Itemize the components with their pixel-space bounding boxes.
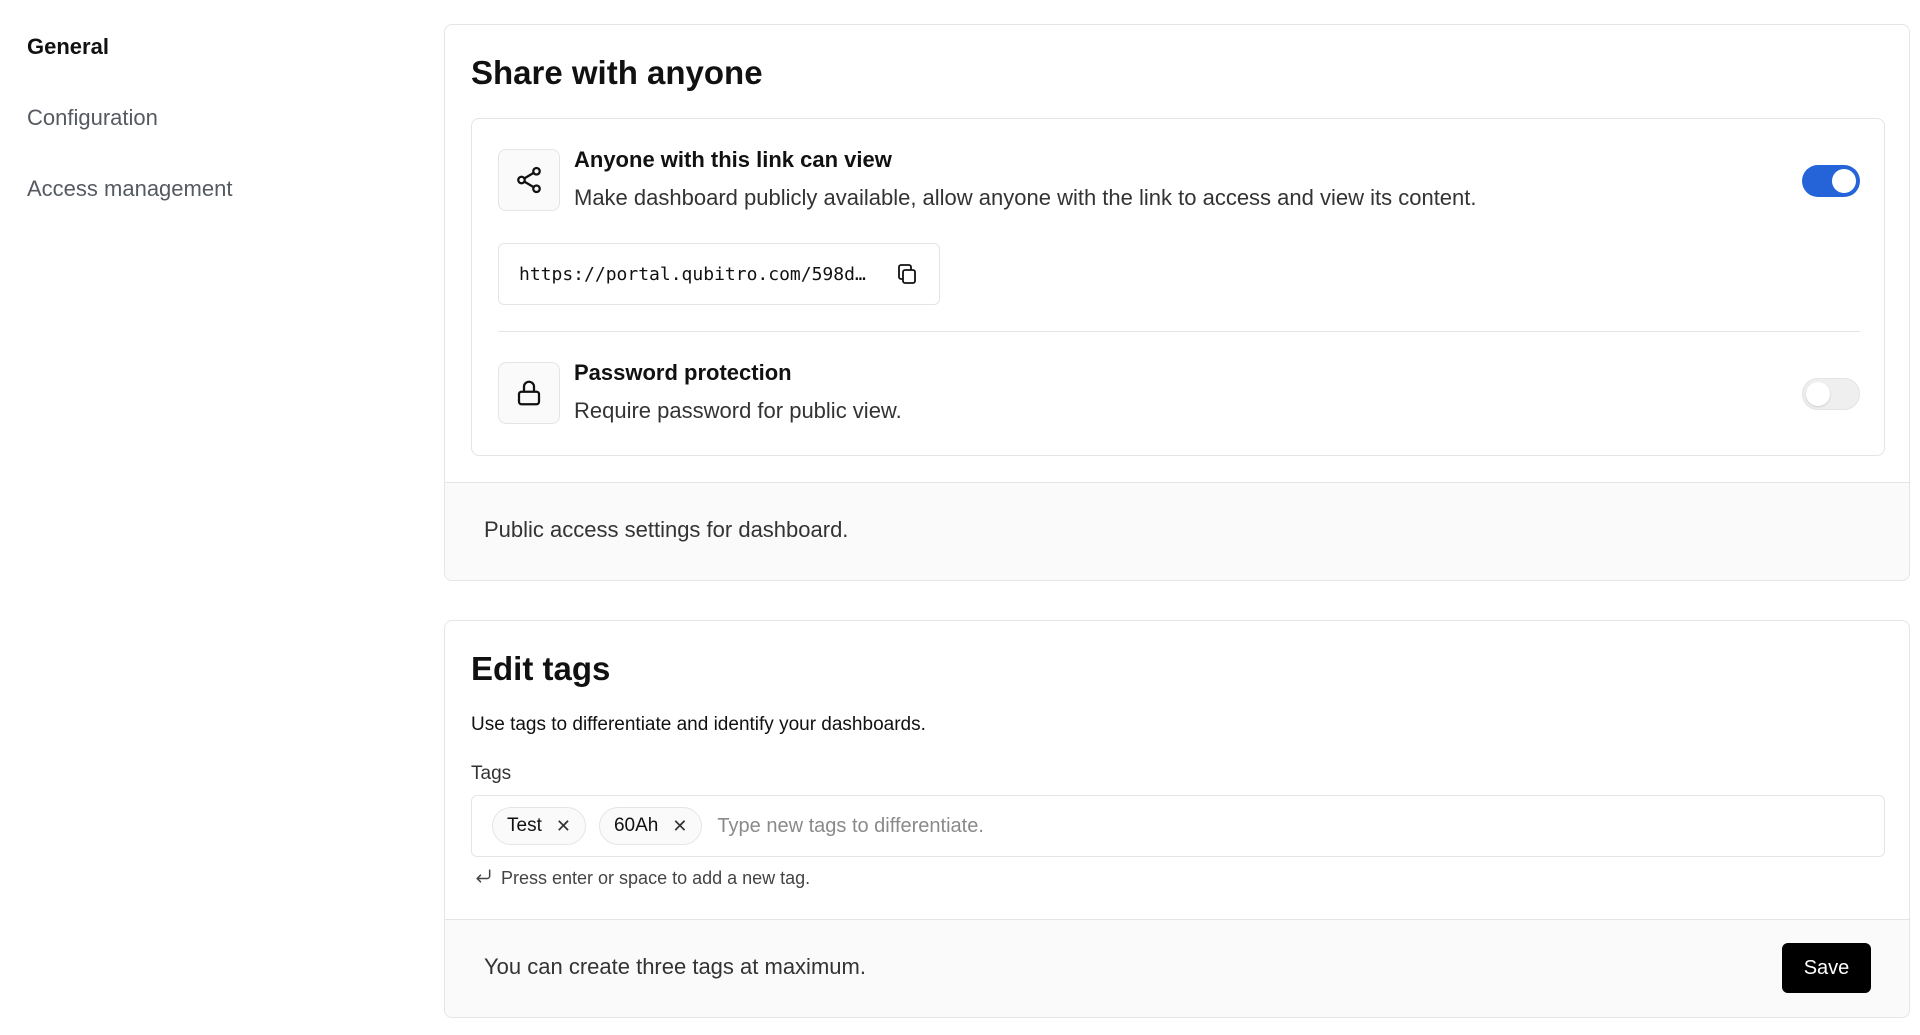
share-settings-box: Anyone with this link can view Make dash… <box>471 118 1885 456</box>
public-link-title: Anyone with this link can view <box>574 147 892 172</box>
tags-subtitle: Use tags to differentiate and identify y… <box>471 714 926 735</box>
tags-field-label: Tags <box>471 763 512 784</box>
tags-hint-text: Press enter or space to add a new tag. <box>501 868 811 888</box>
toggle-knob <box>1806 382 1830 406</box>
tags-card-title: Edit tags <box>471 650 611 687</box>
tags-hint: Press enter or space to add a new tag. <box>473 866 810 891</box>
password-protection-toggle[interactable] <box>1802 378 1860 410</box>
save-button[interactable]: Save <box>1782 943 1871 993</box>
remove-tag-icon[interactable]: ✕ <box>672 816 687 837</box>
tag-chip-label: 60Ah <box>613 815 659 836</box>
public-link-description: Make dashboard publicly available, allow… <box>574 185 1477 210</box>
copy-icon[interactable] <box>895 261 921 287</box>
tag-chip: 60Ah ✕ <box>598 807 703 845</box>
public-link-url: https://portal.qubitro.com/598d… <box>519 263 866 285</box>
tag-chip: Test ✕ <box>492 807 586 845</box>
sidebar-item-configuration[interactable]: Configuration <box>27 103 407 133</box>
settings-sidebar: General Configuration Access management <box>27 32 407 245</box>
tags-card-footer: You can create three tags at maximum. Sa… <box>445 919 1909 1017</box>
share-card-footer: Public access settings for dashboard. <box>445 482 1909 580</box>
tags-footer-text: You can create three tags at maximum. <box>484 954 866 979</box>
password-protection-description: Require password for public view. <box>574 398 902 423</box>
sidebar-item-general[interactable]: General <box>27 32 407 62</box>
sidebar-item-access-management[interactable]: Access management <box>27 174 407 204</box>
tags-card: Edit tags Use tags to differentiate and … <box>444 620 1910 1018</box>
public-link-toggle[interactable] <box>1802 165 1860 197</box>
tag-chip-label: Test <box>507 815 542 836</box>
share-card: Share with anyone Anyone with this link … <box>444 24 1910 581</box>
share-card-title: Share with anyone <box>471 54 763 91</box>
enter-key-icon <box>473 866 493 891</box>
remove-tag-icon[interactable]: ✕ <box>556 816 571 837</box>
share-icon <box>498 149 560 211</box>
new-tag-input[interactable] <box>715 813 1884 839</box>
lock-icon <box>498 362 560 424</box>
share-footer-text: Public access settings for dashboard. <box>484 517 849 542</box>
password-protection-title: Password protection <box>574 360 792 385</box>
toggle-knob <box>1832 169 1856 193</box>
section-divider <box>498 331 1860 332</box>
tags-input-box[interactable]: Test ✕ 60Ah ✕ <box>471 795 1885 857</box>
public-link-field[interactable]: https://portal.qubitro.com/598d… <box>498 243 940 305</box>
